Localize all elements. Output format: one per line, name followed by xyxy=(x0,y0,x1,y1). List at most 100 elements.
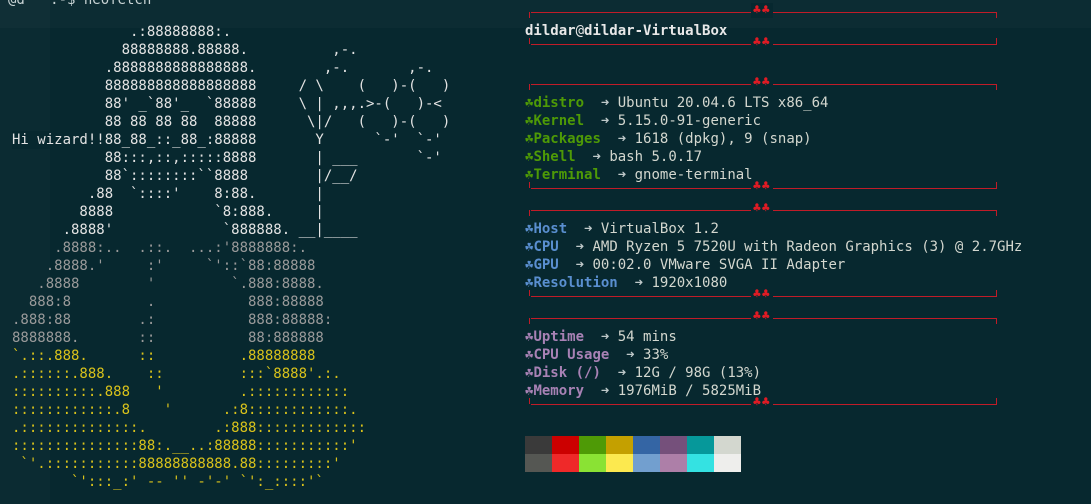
arrow-icon: ➜ xyxy=(617,365,627,381)
ascii-art-line: 88:::,::,:::::8888 | ___ `-' xyxy=(12,150,442,166)
ascii-art-line: .::::::::::::::. .:888::::::::::::: xyxy=(12,420,367,436)
info-row-uptime: ☘Uptime ➜ 54 mins xyxy=(525,328,677,346)
section-divider: ♣♣ xyxy=(525,35,997,50)
info-key: Kernel xyxy=(533,113,585,129)
palette-swatch xyxy=(633,454,660,472)
shell-prompt: @d :-$ neofetch xyxy=(8,0,152,8)
palette-swatch xyxy=(660,436,687,454)
ascii-art-line: 88`::::::::``8888 |/__/ xyxy=(12,168,358,184)
palette-swatch xyxy=(525,454,552,472)
info-value: 00:02.0 VMware SVGA II Adapter xyxy=(592,257,846,273)
divider-clubs-icon: ♣♣ xyxy=(751,309,773,324)
greeting-text: Hi wizard!! xyxy=(12,131,105,149)
info-value: 1976MiB / 5825MiB xyxy=(617,383,762,399)
divider-clubs-icon: ♣♣ xyxy=(751,3,773,18)
ascii-art-line: .8888.' :' `'::`88:88888 xyxy=(12,258,316,274)
palette-swatch xyxy=(714,454,741,472)
arrow-icon: ➜ xyxy=(575,257,585,273)
at-sign: @ xyxy=(575,23,585,39)
info-value: 12G / 98G (13%) xyxy=(634,365,762,381)
info-value: 1618 (dpkg), 9 (snap) xyxy=(634,131,812,147)
section-divider: ♣♣ xyxy=(525,75,997,90)
palette-swatch xyxy=(552,454,579,472)
arrow-icon: ➜ xyxy=(600,329,610,345)
palette-swatch xyxy=(660,454,687,472)
arrow-icon: ➜ xyxy=(617,131,627,147)
ascii-art-line: 888:8 . 888:88888 xyxy=(12,294,324,310)
ascii-art-line: 88 88 88 88 88888 \|/ ( )-( ) xyxy=(12,114,451,130)
ascii-art-line: .8888888888888888. ,-. ,-. xyxy=(12,60,434,76)
ascii-art-line: :::::::::::::::88:.__..:88888:::::::::::… xyxy=(12,438,358,454)
palette-swatch xyxy=(714,436,741,454)
info-value: VirtualBox 1.2 xyxy=(600,221,719,237)
info-row-resolution: ☘Resolution ➜ 1920x1080 xyxy=(525,274,727,292)
user-host-title: dildar@dildar-VirtualBox xyxy=(525,22,727,40)
info-value: 33% xyxy=(643,347,669,363)
info-row-distro: ☘distro ➜ Ubuntu 20.04.6 LTS x86_64 xyxy=(525,94,828,112)
ascii-art-line: .8888' `888888. __|____ xyxy=(12,222,358,238)
ascii-art-line: .8888:.. .::. ...:'8888888:. xyxy=(12,240,308,256)
ascii-art-line: `'.:::::::::::88888888888.88:::::::::' xyxy=(12,456,341,472)
info-value: bash 5.0.17 xyxy=(609,149,703,165)
info-value: 54 mins xyxy=(617,329,677,345)
hostname: dildar-VirtualBox xyxy=(584,23,728,39)
info-key: Terminal xyxy=(533,167,601,183)
info-value: Ubuntu 20.04.6 LTS x86_64 xyxy=(617,95,829,111)
ascii-art-line: `.::.888. :: .88888888 xyxy=(12,348,316,364)
ascii-art-line: 88888888.88888. ,-. xyxy=(12,42,358,58)
info-row-gpu: ☘GPU ➜ 00:02.0 VMware SVGA II Adapter xyxy=(525,256,845,274)
section-divider: ♣♣ xyxy=(525,309,997,324)
ascii-art-line: .8888 ' `.888:8888. xyxy=(12,276,324,292)
info-row-cpu-usage: ☘CPU Usage ➜ 33% xyxy=(525,346,668,364)
info-key: CPU xyxy=(533,239,559,255)
info-key: Memory xyxy=(533,383,585,399)
divider-clubs-icon: ♣♣ xyxy=(751,287,773,302)
info-row-terminal: ☘Terminal ➜ gnome-terminal xyxy=(525,166,753,184)
arrow-icon: ➜ xyxy=(600,95,610,111)
palette-swatch xyxy=(687,454,714,472)
info-row-cpu: ☘CPU ➜ AMD Ryzen 5 7520U with Radeon Gra… xyxy=(525,238,1022,256)
info-key: Packages xyxy=(533,131,601,147)
info-row-kernel: ☘Kernel ➜ 5.15.0-91-generic xyxy=(525,112,761,130)
info-value: AMD Ryzen 5 7520U with Radeon Graphics (… xyxy=(592,239,1023,255)
info-key: CPU Usage xyxy=(533,347,610,363)
arrow-icon: ➜ xyxy=(617,167,627,183)
section-divider: ♣♣ xyxy=(525,3,997,18)
divider-clubs-icon: ♣♣ xyxy=(751,35,773,50)
arrow-icon: ➜ xyxy=(600,113,610,129)
palette-swatch xyxy=(579,454,606,472)
divider-clubs-icon: ♣♣ xyxy=(751,75,773,90)
ascii-art-line: .:88888888:. xyxy=(12,24,232,40)
info-key: Host xyxy=(533,221,568,237)
palette-swatch xyxy=(525,436,552,454)
info-row-host: ☘Host ➜ VirtualBox 1.2 xyxy=(525,220,719,238)
divider-clubs-icon: ♣♣ xyxy=(751,179,773,194)
info-row-shell: ☘Shell ➜ bash 5.0.17 xyxy=(525,148,702,166)
ascii-art-line: 8888 `8:888. | xyxy=(12,204,324,220)
ascii-art-line: ::::::::::::.8 ' .:8::::::::::::. xyxy=(12,402,358,418)
arrow-icon: ➜ xyxy=(575,239,585,255)
palette-swatch xyxy=(552,436,579,454)
info-key: distro xyxy=(533,95,585,111)
ascii-art-line: .888:88 .: 888:88888: xyxy=(12,312,333,328)
arrow-icon: ➜ xyxy=(626,347,635,363)
info-value: 1920x1080 xyxy=(651,275,728,291)
username: dildar xyxy=(525,23,576,39)
section-divider: ♣♣ xyxy=(525,179,997,194)
info-key: Resolution xyxy=(533,275,618,291)
arrow-icon: ➜ xyxy=(600,383,610,399)
arrow-icon: ➜ xyxy=(634,275,644,291)
section-divider: ♣♣ xyxy=(525,201,997,216)
palette-swatch xyxy=(687,436,714,454)
palette-swatch xyxy=(606,436,633,454)
section-divider: ♣♣ xyxy=(525,395,997,410)
info-key: Shell xyxy=(533,149,576,165)
info-value: 5.15.0-91-generic xyxy=(617,113,762,129)
ascii-art-line: .88 `::::' 8:88. | xyxy=(12,186,324,202)
palette-swatch xyxy=(579,436,606,454)
info-key: GPU xyxy=(533,257,559,273)
info-value: gnome-terminal xyxy=(634,167,753,183)
arrow-icon: ➜ xyxy=(584,221,593,237)
divider-clubs-icon: ♣♣ xyxy=(751,395,773,410)
ascii-art-line: .::::::.888. :: :::`8888'.:. xyxy=(12,366,341,382)
